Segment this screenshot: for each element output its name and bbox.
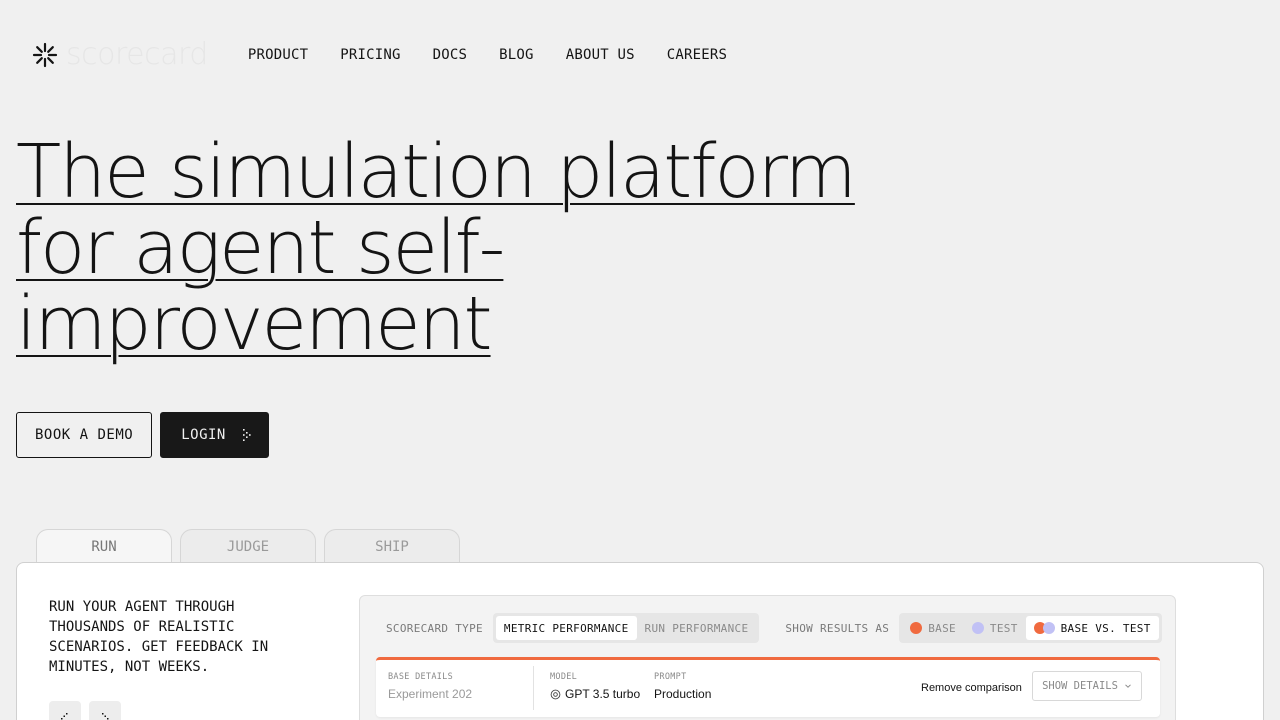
hero-heading: The simulation platform for agent self- … — [16, 134, 916, 362]
prompt-label: PROMPT — [654, 672, 687, 682]
nav-product[interactable]: PRODUCT — [248, 47, 308, 63]
remove-comparison-link[interactable]: Remove comparison — [921, 682, 1022, 694]
header: scorecard PRODUCT PRICING DOCS BLOG ABOU… — [32, 36, 759, 74]
prev-button[interactable] — [49, 701, 81, 720]
nav-about-us[interactable]: ABOUT US — [566, 47, 635, 63]
scorecard-type-label: SCORECARD TYPE — [386, 621, 483, 635]
model-label: MODEL — [550, 672, 578, 682]
test-dot-icon — [971, 622, 984, 634]
base-details-value: Experiment 202 — [388, 687, 473, 701]
openai-icon — [550, 689, 561, 699]
tab-judge[interactable]: JUDGE — [180, 529, 316, 563]
login-label: LOGIN — [181, 427, 226, 443]
login-button[interactable]: LOGIN — [160, 412, 269, 458]
feature-panel: RUN YOUR AGENT THROUGH THOUSANDS OF REAL… — [16, 562, 1264, 720]
card-divider — [533, 666, 534, 710]
asterisk-logo-icon — [32, 42, 58, 68]
show-details-button[interactable]: SHOW DETAILS — [1032, 671, 1142, 701]
nav-pricing[interactable]: PRICING — [340, 47, 400, 63]
base-vs-test-label: BASE VS. TEST — [1060, 621, 1151, 635]
hero-line-3: improvement — [16, 281, 493, 367]
brand-name: scorecard — [66, 37, 208, 72]
hero: The simulation platform for agent self- … — [16, 134, 916, 362]
base-option[interactable]: BASE — [902, 616, 964, 640]
dashboard-toolbar: SCORECARD TYPE METRIC PERFORMANCE RUN PE… — [360, 612, 1175, 644]
tab-ship[interactable]: SHIP — [324, 529, 460, 563]
chevron-down-icon — [1125, 684, 1131, 688]
panel-description: RUN YOUR AGENT THROUGH THOUSANDS OF REAL… — [49, 599, 269, 675]
prompt-col: PROMPT Production — [654, 672, 711, 701]
nav-careers[interactable]: CAREERS — [667, 47, 727, 63]
test-option-label: TEST — [989, 621, 1018, 635]
scorecard-preview: SCORECARD TYPE METRIC PERFORMANCE RUN PE… — [359, 595, 1176, 720]
tab-run[interactable]: RUN — [36, 529, 172, 563]
scorecard-type-toggle: METRIC PERFORMANCE RUN PERFORMANCE — [492, 613, 760, 643]
book-demo-label: BOOK A DEMO — [35, 427, 134, 443]
base-option-label: BASE — [928, 621, 956, 635]
book-demo-button[interactable]: BOOK A DEMO — [16, 412, 153, 458]
compare-dots-icon — [1033, 622, 1055, 634]
base-details-label: BASE DETAILS — [388, 672, 454, 682]
show-details-label: SHOW DETAILS — [1042, 680, 1118, 692]
run-performance-option[interactable]: RUN PERFORMANCE — [637, 616, 757, 640]
nav-docs[interactable]: DOCS — [433, 47, 468, 63]
hero-line-2: for agent self- — [16, 205, 505, 291]
model-col: MODEL GPT 3.5 turbo — [550, 672, 640, 701]
base-details-col: BASE DETAILS Experiment 202 — [388, 672, 472, 701]
base-details-card: BASE DETAILS Experiment 202 MODEL GPT 3.… — [376, 657, 1160, 717]
prev-arrow-icon — [61, 713, 68, 720]
show-results-label: SHOW RESULTS AS — [785, 621, 890, 635]
feature-tabs: RUN JUDGE SHIP — [36, 529, 468, 563]
hero-line-1: The simulation platform — [16, 129, 857, 215]
nav-blog[interactable]: BLOG — [499, 47, 534, 63]
prompt-value: Production — [654, 687, 712, 701]
base-dot-icon — [910, 622, 923, 634]
next-button[interactable] — [89, 701, 121, 720]
model-value: GPT 3.5 turbo — [565, 687, 641, 701]
model-value-row: GPT 3.5 turbo — [550, 687, 640, 701]
panel-arrows — [49, 701, 129, 720]
results-toggle: BASE TEST BASE VS. TEST — [899, 613, 1162, 643]
dotted-arrow-icon — [242, 429, 251, 441]
test-option[interactable]: TEST — [964, 616, 1026, 640]
cta-group: BOOK A DEMO LOGIN — [16, 412, 269, 458]
next-arrow-icon — [102, 713, 109, 720]
metric-performance-option[interactable]: METRIC PERFORMANCE — [495, 616, 637, 640]
logo-link[interactable]: scorecard — [32, 40, 208, 70]
main-nav: PRODUCT PRICING DOCS BLOG ABOUT US CAREE… — [248, 47, 759, 63]
base-vs-test-option[interactable]: BASE VS. TEST — [1025, 616, 1159, 640]
